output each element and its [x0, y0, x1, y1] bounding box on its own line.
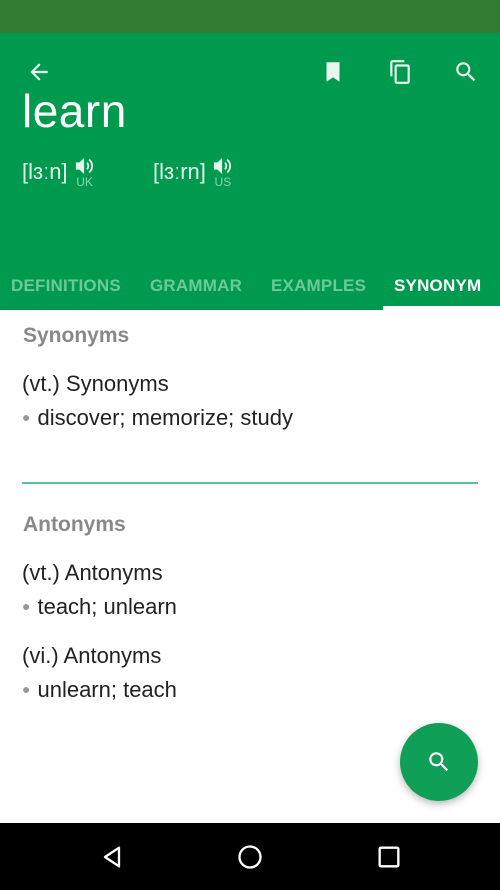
- antonym-pos-label-vi: (vi.) Antonyms: [22, 643, 162, 668]
- search-icon: [456, 62, 476, 82]
- play-uk-button[interactable]: UK: [74, 156, 96, 188]
- nav-recents-button[interactable]: [372, 840, 406, 874]
- circle-home-icon: [238, 845, 262, 869]
- antonym-pos-label-vt: (vt.) Antonyms: [22, 560, 163, 585]
- triangle-back-icon: [103, 846, 121, 868]
- search-button[interactable]: [451, 57, 481, 87]
- pronunciation-us: [lɜːrn] US: [153, 156, 234, 188]
- copy-icon: [390, 60, 410, 84]
- tab-definitions[interactable]: DEFINITIONS: [11, 262, 121, 310]
- synonyms-title: Synonyms: [23, 324, 130, 347]
- antonyms-title: Antonyms: [23, 513, 126, 536]
- phonetic-uk: [lɜːn]: [22, 159, 68, 184]
- bookmark-icon: [326, 62, 340, 82]
- antonym-words-vt: ● teach; unlearn: [22, 594, 177, 620]
- square-recents-icon: [378, 846, 400, 868]
- tab-examples[interactable]: EXAMPLES: [271, 262, 366, 310]
- status-bar: [0, 0, 500, 33]
- back-button[interactable]: [24, 57, 54, 87]
- play-us-button[interactable]: US: [212, 156, 234, 188]
- copy-button[interactable]: [385, 57, 415, 87]
- pronunciation-uk: [lɜːn] UK: [22, 156, 96, 188]
- region-label-us: US: [214, 175, 232, 189]
- phonetic-us: [lɜːrn]: [153, 159, 206, 184]
- bullet: ●: [22, 681, 31, 698]
- tab-grammar[interactable]: GRAMMAR: [150, 262, 242, 310]
- region-label-uk: UK: [76, 175, 93, 189]
- system-nav-bar: [0, 823, 500, 890]
- antonym-list-vt: teach; unlearn: [37, 594, 177, 619]
- search-fab[interactable]: [400, 723, 478, 801]
- nav-back-button[interactable]: [95, 840, 129, 874]
- tab-synonym[interactable]: SYNONYM: [394, 262, 481, 310]
- search-icon: [429, 752, 449, 772]
- antonym-words-vi: ● unlearn; teach: [22, 677, 177, 703]
- speaker-icon: [75, 157, 93, 175]
- synonym-list: discover; memorize; study: [37, 405, 293, 430]
- bullet: ●: [22, 598, 31, 615]
- bullet: ●: [22, 409, 31, 426]
- nav-home-button[interactable]: [233, 840, 267, 874]
- word-title: learn: [22, 85, 127, 137]
- antonym-list-vi: unlearn; teach: [37, 677, 177, 702]
- section-divider: [22, 482, 478, 484]
- synonym-words: ● discover; memorize; study: [22, 405, 293, 431]
- bookmark-button[interactable]: [318, 57, 348, 87]
- synonym-pos-label: (vt.) Synonyms: [22, 371, 169, 396]
- speaker-icon: [213, 157, 231, 175]
- arrow-left-icon: [30, 63, 48, 81]
- active-tab-indicator: [383, 306, 500, 310]
